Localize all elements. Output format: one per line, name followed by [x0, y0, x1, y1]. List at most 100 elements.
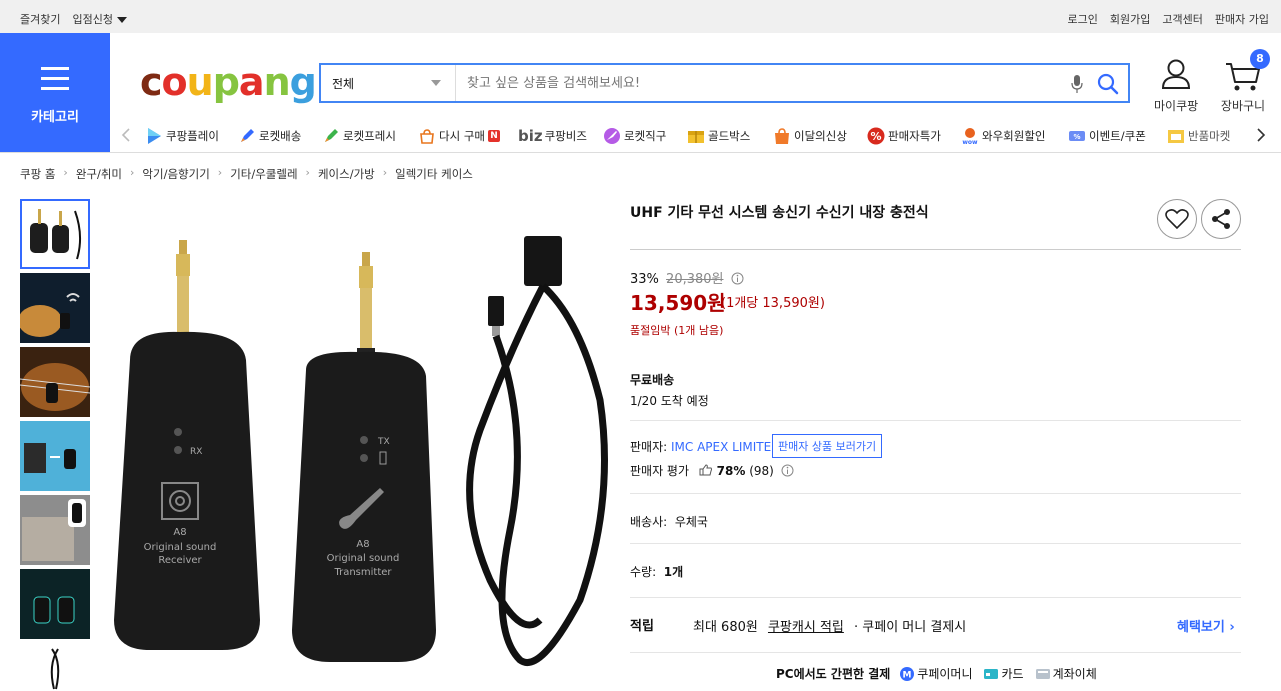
thumbnail-image: [20, 421, 90, 491]
rating-value: 78%: [716, 464, 746, 478]
breadcrumb-item[interactable]: 케이스/가방: [318, 166, 375, 182]
category-label: 카테고리: [31, 110, 79, 125]
product-thumbnail[interactable]: [20, 273, 90, 343]
hamburger-icon: [41, 67, 69, 97]
subnav-label: 이벤트/쿠폰: [1089, 129, 1146, 143]
subnav-item-return-market[interactable]: 반품마켓: [1167, 127, 1230, 145]
my-coupang-button[interactable]: 마이쿠팡: [1154, 58, 1198, 114]
subnav-label: 로켓프레시: [343, 129, 396, 143]
chevron-right-icon: ›: [217, 166, 223, 179]
product-thumbnail[interactable]: [20, 643, 90, 691]
play-icon: [148, 128, 161, 144]
divider: [630, 249, 1241, 250]
coupay-icon: M: [900, 666, 915, 681]
chevron-left-icon[interactable]: [120, 128, 132, 142]
bag-icon: [420, 129, 434, 144]
customer-center-link[interactable]: 고객센터: [1162, 11, 1202, 27]
subnav-label: 와우회원할인: [982, 129, 1046, 143]
subnav-label: 로켓배송: [259, 129, 302, 143]
chevron-right-icon: ›: [305, 166, 310, 179]
login-link[interactable]: 로그인: [1068, 11, 1098, 27]
product-thumbnail[interactable]: [20, 421, 90, 491]
store-apply-label: 입점신청: [72, 13, 113, 26]
product-thumbnail[interactable]: [20, 199, 90, 269]
breadcrumb-item[interactable]: 일렉기타 케이스: [395, 166, 473, 182]
svg-text:wow: wow: [962, 139, 978, 145]
rating-count: (98): [749, 464, 774, 478]
search-category-select[interactable]: 전체: [321, 65, 456, 101]
info-icon[interactable]: [781, 464, 794, 477]
seller-name-link[interactable]: IMC APEX LIMITED: [671, 440, 780, 454]
unit-price: (1개당 13,590원): [721, 296, 825, 311]
subnav-item-rocket-global[interactable]: 로켓직구: [603, 127, 666, 145]
subnav-label: 이달의신상: [794, 129, 847, 143]
subnav-item-coupang-biz[interactable]: biz 쿠팡비즈: [518, 127, 587, 145]
info-icon[interactable]: [731, 272, 744, 285]
breadcrumb-item[interactable]: 기타/우쿨렐레: [230, 166, 297, 182]
product-title: UHF 기타 무선 시스템 송신기 수신기 내장 충전식: [630, 205, 929, 221]
microphone-icon[interactable]: [1071, 74, 1083, 94]
search-input[interactable]: [457, 65, 1057, 101]
breadcrumb-item[interactable]: 악기/음향기기: [142, 166, 209, 182]
subnav-item-rocket-fresh[interactable]: 로켓프레시: [322, 127, 396, 145]
chevron-right-icon[interactable]: [1255, 128, 1267, 142]
reward-text: 최대 680원 쿠팡캐시 적립 · 쿠페이 머니 결제시: [693, 616, 966, 635]
carrier-value: 우체국: [674, 515, 708, 529]
search-category-value: 전체: [332, 77, 355, 91]
payment-label: 카드: [1001, 667, 1024, 681]
subnav-item-events-coupons[interactable]: % 이벤트/쿠폰: [1068, 127, 1146, 145]
divider: [630, 652, 1241, 653]
breadcrumb-item[interactable]: 쿠팡 홈: [20, 166, 55, 182]
product-main-image[interactable]: RX A8 Original sound Receiver TX A8 Orig…: [110, 200, 610, 691]
payment-card: 카드: [984, 665, 1024, 682]
carrier-row: 배송사: 우체국: [630, 513, 708, 530]
tx-label: TX: [377, 437, 390, 447]
benefit-link[interactable]: 혜택보기 ›: [1177, 616, 1235, 635]
new-badge-icon: N: [487, 130, 500, 142]
seller-signup-link[interactable]: 판매자 가입: [1215, 11, 1269, 27]
share-icon: [1212, 209, 1230, 229]
signup-link[interactable]: 회원가입: [1110, 11, 1150, 27]
coupang-logo[interactable]: coupang: [140, 60, 317, 104]
payment-title: PC에서도 간편한 결제: [776, 667, 891, 681]
stock-warning: 품절임박 (1개 남음): [630, 324, 724, 337]
subnav-label: 골드박스: [708, 129, 751, 143]
share-button[interactable]: [1201, 199, 1241, 239]
favorites-link[interactable]: 즐겨찾기: [20, 11, 60, 27]
store-apply-link[interactable]: 입점신청: [72, 11, 127, 27]
product-thumbnail[interactable]: [20, 569, 90, 639]
payment-coupay-money: M 쿠페이머니: [900, 665, 972, 682]
subnav-item-new-arrivals[interactable]: 이달의신상: [773, 127, 847, 145]
subnav-item-wow-discount[interactable]: wow 와우회원할인: [961, 127, 1045, 145]
seller-products-button[interactable]: 판매자 상품 보러가기: [772, 434, 883, 458]
thumbs-up-icon: [699, 464, 712, 476]
arrival-date: 1/20 도착 예정: [630, 394, 709, 408]
subnav-item-coupang-play[interactable]: 쿠팡플레이: [145, 127, 219, 145]
subnav-item-seller-deals[interactable]: % 판매자특가: [867, 127, 941, 145]
shipping-label: 무료배송: [630, 373, 675, 387]
thumbnail-image: [20, 569, 90, 639]
search-icon[interactable]: [1097, 73, 1119, 95]
rocket-icon: [241, 129, 254, 142]
payment-label: 쿠페이머니: [917, 667, 973, 681]
product-thumbnail[interactable]: [20, 495, 90, 565]
thumbnail-image: [22, 201, 88, 267]
subnav-item-rocket-delivery[interactable]: 로켓배송: [238, 127, 301, 145]
wishlist-button[interactable]: [1157, 199, 1197, 239]
quantity-label: 수량:: [630, 565, 657, 579]
biz-icon: biz: [518, 127, 543, 145]
seller-rating-row: 판매자 평가 78% (98): [630, 462, 794, 479]
reward-label: 적립: [630, 619, 654, 634]
subnav-item-goldbox[interactable]: 골드박스: [687, 127, 750, 145]
return-box-icon: [1168, 130, 1184, 143]
seller-row: 판매자: IMC APEX LIMITED: [630, 438, 780, 455]
subnav-item-rebuy[interactable]: 다시 구매 N: [418, 127, 500, 145]
subnav-label: 쿠팡비즈: [544, 129, 587, 143]
breadcrumb-item[interactable]: 완구/취미: [76, 166, 122, 182]
reward-max: 최대 680원: [693, 620, 758, 635]
coupang-cash-link[interactable]: 쿠팡캐시 적립: [768, 620, 844, 635]
discount-info: 33% 20,380원: [630, 268, 744, 287]
product-thumbnail[interactable]: [20, 347, 90, 417]
category-button[interactable]: 카테고리: [0, 33, 110, 152]
thumbnail-image: [20, 643, 90, 691]
